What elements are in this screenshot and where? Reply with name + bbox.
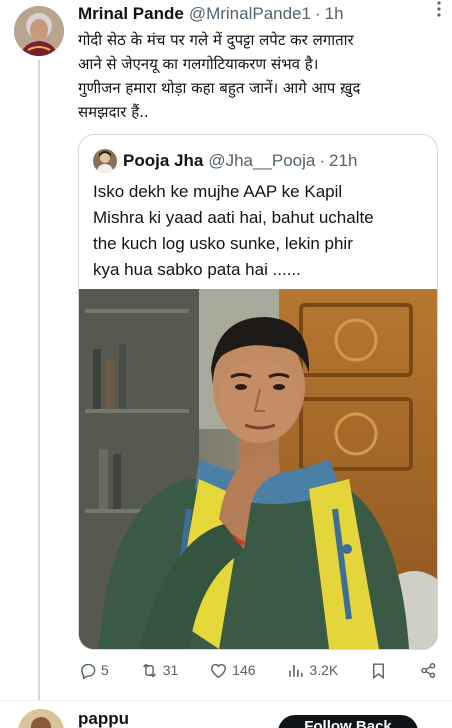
quoted-tweet-header: Pooja Jha @Jha__Pooja · 21h (93, 149, 427, 173)
retweet-count: 31 (162, 662, 179, 678)
author-handle[interactable]: @MrinalPande1 (189, 4, 311, 24)
quoted-tweet-text: Isko dekh ke mujhe AAP ke Kapil Mishra k… (93, 182, 374, 279)
separator-dot: · (319, 151, 326, 170)
bookmark-icon (373, 662, 385, 679)
tweet-time[interactable]: 1h (325, 4, 344, 24)
heart-icon (211, 663, 227, 678)
views-icon (289, 664, 304, 677)
tweet-actions: 5 31 146 3.2K (78, 656, 438, 684)
quoted-author-avatar[interactable] (93, 149, 117, 173)
views-button[interactable]: 3.2K (286, 661, 338, 680)
author-avatar-image (14, 6, 64, 56)
next-account-name[interactable]: pappu (78, 709, 129, 728)
retweet-button[interactable]: 31 (140, 661, 179, 680)
quoted-tweet[interactable]: Pooja Jha @Jha__Pooja · 21h Isko dekh ke… (78, 134, 438, 650)
quoted-tweet-photo[interactable] (79, 289, 437, 649)
retweet-icon (142, 663, 156, 677)
tweet[interactable]: Mrinal Pande @MrinalPande1 · 1h गोदी सेठ… (0, 0, 452, 700)
tweet-header: Mrinal Pande @MrinalPande1 · 1h (78, 4, 438, 26)
tweet-text: गोदी सेठ के मंच पर गले में दुपट्टा लपेट … (78, 31, 361, 121)
thread-line (38, 60, 40, 700)
more-vertical-icon[interactable] (436, 0, 442, 23)
quoted-author-name[interactable]: Pooja Jha (123, 151, 203, 171)
bookmark-button[interactable] (369, 661, 388, 680)
next-account-avatar[interactable] (18, 709, 64, 728)
author-name[interactable]: Mrinal Pande (78, 4, 184, 24)
reply-icon (81, 663, 96, 680)
reply-count: 5 (101, 662, 109, 678)
author-avatar[interactable] (14, 6, 64, 56)
share-icon (421, 662, 436, 678)
next-account-row[interactable]: pappu Follow Back (0, 700, 452, 728)
like-button[interactable]: 146 (209, 661, 256, 680)
quoted-tweet-time[interactable]: 21h (329, 151, 357, 171)
reply-button[interactable]: 5 (78, 661, 109, 680)
views-count: 3.2K (309, 662, 339, 678)
separator-dot: · (314, 4, 321, 23)
quoted-author-handle[interactable]: @Jha__Pooja (208, 151, 315, 171)
share-button[interactable] (419, 661, 438, 680)
follow-back-button[interactable]: Follow Back (278, 715, 418, 728)
like-count: 146 (232, 662, 256, 678)
